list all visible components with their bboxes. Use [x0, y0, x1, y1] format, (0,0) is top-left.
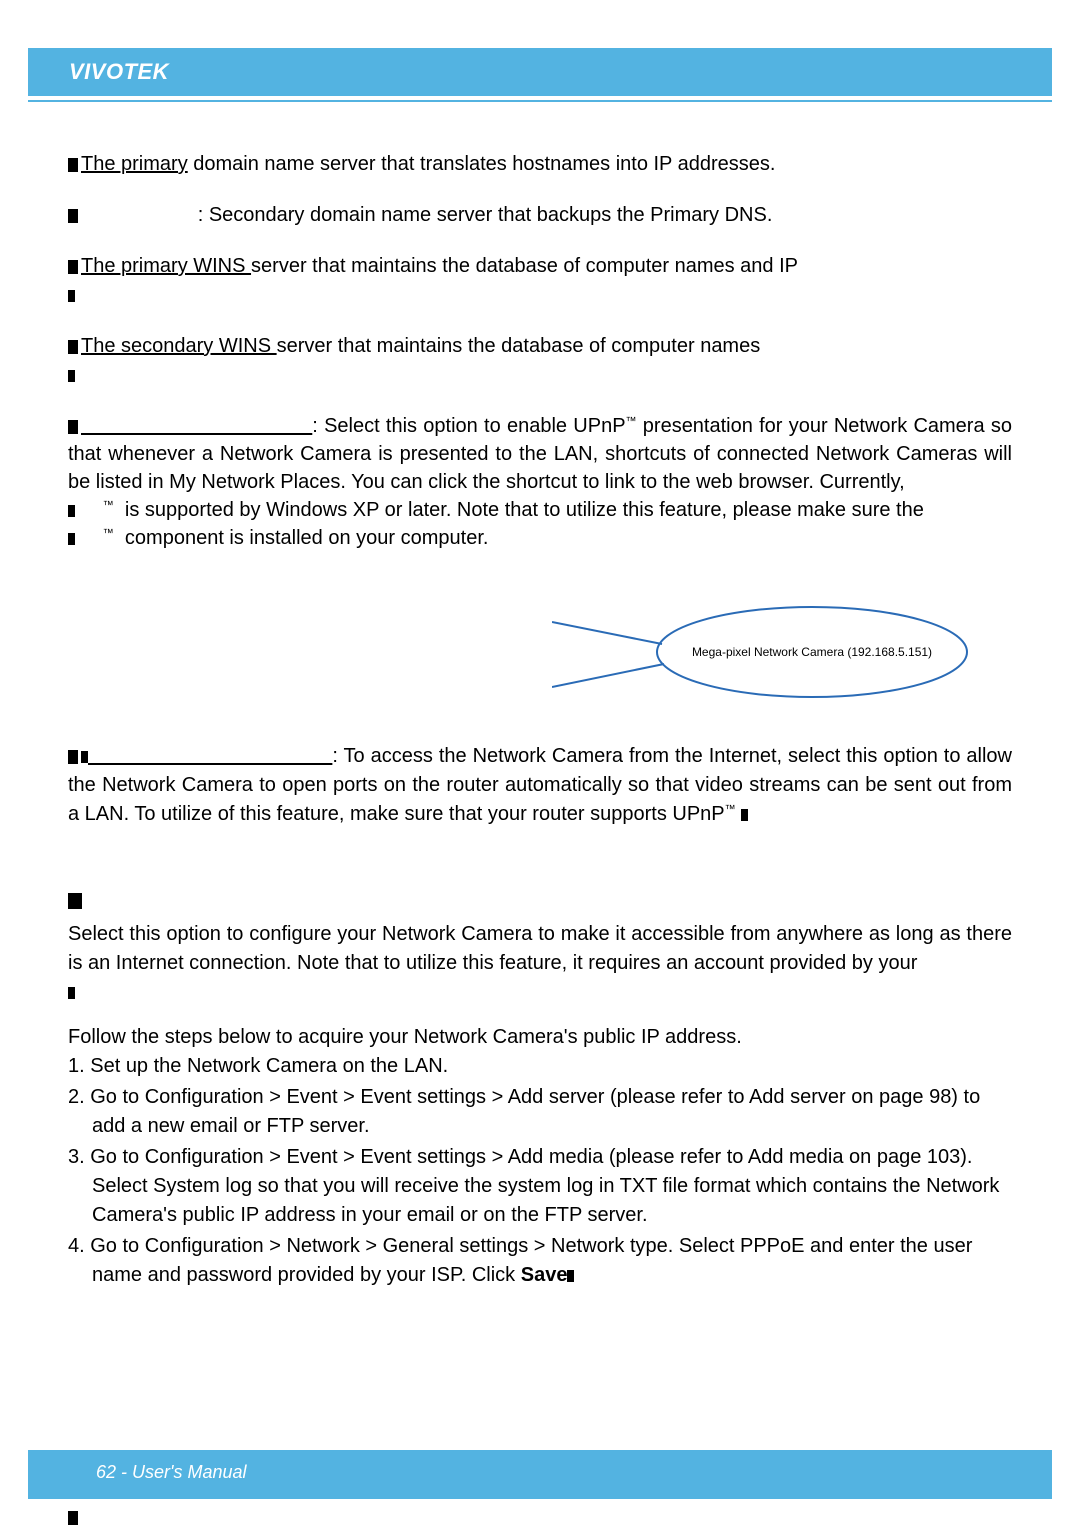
para-upnp-portforward: : To access the Network Camera from the … — [68, 742, 1012, 829]
link-upnp-portforward[interactable] — [88, 745, 332, 767]
para-secondary-dns: : Secondary domain name server that back… — [68, 201, 1012, 230]
footer-bar: 62 - User's Manual — [28, 1450, 1052, 1499]
text: domain name server that translates hostn… — [188, 153, 776, 175]
redaction-blot — [68, 290, 75, 302]
steps-intro: Follow the steps below to acquire your N… — [68, 1023, 1012, 1052]
section-pppoe: Select this option to configure your Net… — [68, 863, 1012, 1007]
para-upnp-presentation: : Select this option to enable UPnP™ pre… — [68, 412, 1012, 552]
redaction-blot — [68, 750, 78, 764]
redaction-blot — [68, 1511, 78, 1525]
para-primary-wins: The primary WINS server that maintains t… — [68, 252, 1012, 310]
link-upnp-presentation[interactable] — [81, 415, 312, 437]
para-pppoe: Select this option to configure your Net… — [68, 920, 1012, 1007]
document-page: VIVOTEK The primary domain name server t… — [0, 0, 1080, 1527]
redaction-blot — [68, 370, 75, 382]
header-bar: VIVOTEK — [28, 48, 1052, 96]
steps-list: Follow the steps below to acquire your N… — [68, 1023, 1012, 1290]
redaction-blot — [68, 533, 75, 545]
text: is supported by Windows XP or later. Not… — [119, 499, 924, 521]
step-1: 1. Set up the Network Camera on the LAN. — [68, 1052, 1012, 1081]
tm-mark: ™ — [103, 499, 114, 511]
tm-mark: ™ — [725, 803, 736, 815]
text: : Select this option to enable UPnP — [312, 415, 625, 437]
callout-figure: Mega-pixel Network Camera (192.168.5.151… — [68, 592, 1012, 712]
save-label: Save — [521, 1264, 568, 1286]
redaction-blot — [741, 809, 748, 821]
redaction-blot — [68, 260, 78, 274]
text: component is installed on your computer. — [119, 527, 488, 549]
link-secondary-wins[interactable]: The secondary WINS — [81, 335, 277, 357]
redaction-blot — [68, 209, 78, 223]
footer-text: 62 - User's Manual — [96, 1462, 247, 1482]
section-heading-blot — [68, 893, 82, 909]
content-area: The primary domain name server that tran… — [0, 102, 1080, 1532]
step-4: 4. Go to Configuration > Network > Gener… — [68, 1232, 1012, 1290]
callout-text: Mega-pixel Network Camera (192.168.5.151… — [692, 645, 932, 659]
text: : Secondary domain name server that back… — [198, 204, 773, 226]
redaction-blot — [567, 1270, 574, 1282]
text: server that maintains the database of co… — [251, 255, 798, 277]
link-primary-wins[interactable]: The primary WINS — [81, 255, 251, 277]
redaction-blot — [68, 987, 75, 999]
link-primary-dns[interactable]: The primary — [81, 153, 188, 175]
brand-text: VIVOTEK — [69, 59, 169, 84]
tm-mark: ™ — [626, 415, 637, 427]
ellipse-callout-icon: Mega-pixel Network Camera (192.168.5.151… — [552, 592, 972, 712]
step-2: 2. Go to Configuration > Event > Event s… — [68, 1083, 1012, 1141]
redaction-blot — [68, 420, 78, 434]
text: Select this option to configure your Net… — [68, 923, 1012, 974]
redaction-blot — [68, 158, 78, 172]
para-primary-dns: The primary domain name server that tran… — [68, 150, 1012, 179]
redaction-blot — [68, 505, 75, 517]
redaction-blot — [68, 340, 78, 354]
text: server that maintains the database of co… — [277, 335, 761, 357]
redaction-blot — [81, 751, 88, 763]
brand-label: VIVOTEK — [29, 49, 1051, 95]
para-secondary-wins: The secondary WINS server that maintains… — [68, 332, 1012, 390]
step-3: 3. Go to Configuration > Event > Event s… — [68, 1143, 1012, 1230]
tm-mark: ™ — [103, 527, 114, 539]
